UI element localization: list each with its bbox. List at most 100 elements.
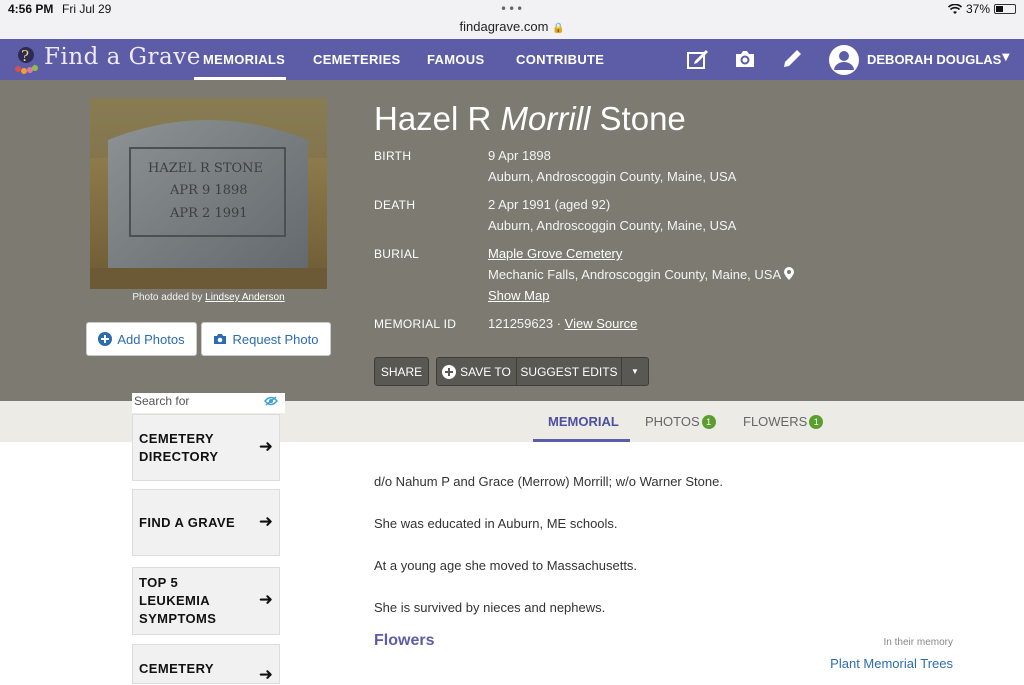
tab-flowers-label: FLOWERS [743, 414, 808, 429]
photo-caption-prefix: Photo added by [132, 292, 203, 303]
show-map-wrap: Show Map [488, 288, 549, 303]
tab-flowers[interactable]: FLOWERS 1 [743, 414, 824, 429]
arrow-right-icon: ➜ [258, 437, 273, 457]
avatar[interactable] [828, 44, 860, 76]
nav-memorials[interactable]: MEMORIALS [203, 52, 285, 67]
first-name: Hazel R [374, 100, 492, 137]
user-name[interactable]: DEBORAH DOUGLAS [867, 52, 1001, 67]
findagrave-logo-icon[interactable]: ? [12, 43, 40, 75]
status-bar: 4:56 PM Fri Jul 29 ••• findagrave.com 🔒 … [0, 0, 1024, 39]
ad-card-line: CEMETERY [139, 661, 214, 676]
lock-icon: 🔒 [552, 23, 565, 34]
battery-icon [994, 4, 1016, 14]
tab-photos[interactable]: PHOTOS 1 [645, 414, 716, 429]
add-photos-label: Add Photos [117, 331, 185, 347]
death-place: Auburn, Androscoggin County, Maine, USA [488, 218, 737, 233]
ad-card-line: FIND A GRAVE [139, 515, 236, 530]
stone-line-3: APR 2 1991 [169, 206, 248, 221]
share-button[interactable]: SHARE [374, 357, 429, 386]
plant-memorial-trees-link[interactable]: Plant Memorial Trees [830, 656, 953, 671]
bio-line: d/o Nahum P and Grace (Merrow) Morrill; … [374, 474, 723, 489]
top-navbar: ? Find a Grave MEMORIALS CEMETERIES FAMO… [0, 39, 1024, 80]
arrow-right-icon: ➜ [258, 665, 273, 685]
more-actions-dropdown[interactable]: ▼ [621, 357, 649, 386]
wifi-icon [947, 3, 962, 14]
camera-icon[interactable] [733, 47, 757, 71]
user-menu-chevron-icon[interactable]: ▼ [1002, 52, 1010, 63]
photo-author-link[interactable]: Lindsey Anderson [205, 292, 285, 303]
memorial-header: HAZEL R STONE APR 9 1898 APR 2 1991 Phot… [0, 80, 1024, 401]
birth-date: 9 Apr 1898 [488, 148, 551, 163]
share-label: SHARE [380, 364, 423, 379]
suggest-edits-label: SUGGEST EDITS [520, 364, 618, 379]
burial-place-text: Mechanic Falls, Androscoggin County, Mai… [488, 267, 781, 282]
view-source-link[interactable]: View Source [565, 316, 638, 331]
pencil-icon[interactable] [780, 47, 804, 71]
burial-cemetery-link[interactable]: Maple Grove Cemetery [488, 246, 622, 261]
plus-circle-icon [98, 332, 113, 346]
request-photo-label: Request Photo [232, 331, 319, 347]
photos-count-badge: 1 [701, 415, 716, 429]
svg-text:?: ? [21, 47, 29, 65]
ad-card-line: LEUKEMIA [139, 593, 211, 608]
edit-memorial-icon[interactable] [686, 47, 710, 71]
show-map-link[interactable]: Show Map [488, 288, 549, 303]
ad-card-cemetery[interactable]: CEMETERY ➜ [132, 644, 280, 685]
memorial-id: 121259623 · View Source [488, 316, 637, 331]
in-their-memory-label: In their memory [883, 637, 953, 648]
death-date: 2 Apr 1991 (aged 92) [488, 197, 611, 212]
caret-down-icon: ▼ [631, 367, 639, 376]
suggest-edits-button[interactable]: SUGGEST EDITS [516, 357, 622, 386]
ad-card-line: DIRECTORY [139, 449, 219, 464]
status-right: 37% [947, 2, 1016, 16]
tab-active-indicator [533, 439, 630, 442]
burial-label: BURIAL [374, 247, 420, 261]
burial-cemetery-wrap: Maple Grove Cemetery [488, 246, 622, 261]
map-pin-icon[interactable] [784, 267, 795, 280]
arrow-right-icon: ➜ [258, 512, 273, 532]
ad-search-label: Search for [134, 394, 190, 408]
death-label: DEATH [374, 198, 416, 212]
address-bar[interactable]: findagrave.com 🔒 [0, 19, 1024, 34]
stone-line-2: APR 9 1898 [169, 183, 248, 198]
ad-card-line: CEMETERY [139, 431, 214, 446]
bio-line: She was educated in Auburn, ME schools. [374, 516, 618, 531]
status-date: Fri Jul 29 [62, 2, 112, 16]
last-name: Stone [599, 100, 686, 137]
request-photo-button[interactable]: Request Photo [201, 322, 331, 356]
flowers-heading: Flowers [374, 632, 435, 649]
headstone-photo[interactable]: HAZEL R STONE APR 9 1898 APR 2 1991 [90, 98, 327, 289]
save-to-button[interactable]: SAVE TO [436, 357, 517, 386]
stone-line-1: HAZEL R STONE [148, 161, 263, 176]
add-photos-button[interactable]: Add Photos [86, 322, 197, 356]
plus-circle-icon [442, 364, 457, 379]
nav-contribute[interactable]: CONTRIBUTE [516, 52, 604, 67]
hide-ad-eye-icon[interactable] [264, 396, 278, 406]
birth-label: BIRTH [374, 149, 412, 163]
nav-famous[interactable]: FAMOUS [427, 52, 484, 67]
browser-more-icon[interactable]: ••• [500, 2, 524, 16]
camera-small-icon [214, 334, 227, 344]
memorial-id-value: 121259623 · [488, 316, 562, 331]
flowers-count-badge: 1 [809, 415, 824, 429]
ad-card-leukemia[interactable]: TOP 5 LEUKEMIA SYMPTOMS ➜ [132, 567, 280, 635]
ad-card-find-a-grave[interactable]: FIND A GRAVE ➜ [132, 489, 280, 556]
bio-line: She is survived by nieces and nephews. [374, 600, 606, 615]
burial-place: Mechanic Falls, Androscoggin County, Mai… [488, 267, 795, 282]
save-to-label: SAVE TO [460, 364, 511, 379]
url-text: findagrave.com [459, 19, 549, 34]
memorial-name: Hazel R Morrill Stone [374, 100, 686, 138]
ad-card-cemetery-directory[interactable]: CEMETERY DIRECTORY ➜ [132, 414, 280, 481]
bio-line: At a young age she moved to Massachusett… [374, 558, 638, 573]
status-time: 4:56 PM [8, 2, 54, 16]
tab-memorial[interactable]: MEMORIAL [548, 414, 619, 429]
photo-caption: Photo added by Lindsey Anderson [90, 292, 327, 303]
site-logo[interactable]: Find a Grave [44, 44, 201, 70]
arrow-right-icon: ➜ [258, 590, 273, 610]
nav-cemeteries[interactable]: CEMETERIES [313, 52, 401, 67]
ad-card-line: SYMPTOMS [139, 611, 217, 626]
maiden-name: Morrill [500, 100, 591, 137]
battery-percent: 37% [965, 2, 990, 16]
birth-place: Auburn, Androscoggin County, Maine, USA [488, 169, 737, 184]
tab-photos-label: PHOTOS [645, 414, 700, 429]
